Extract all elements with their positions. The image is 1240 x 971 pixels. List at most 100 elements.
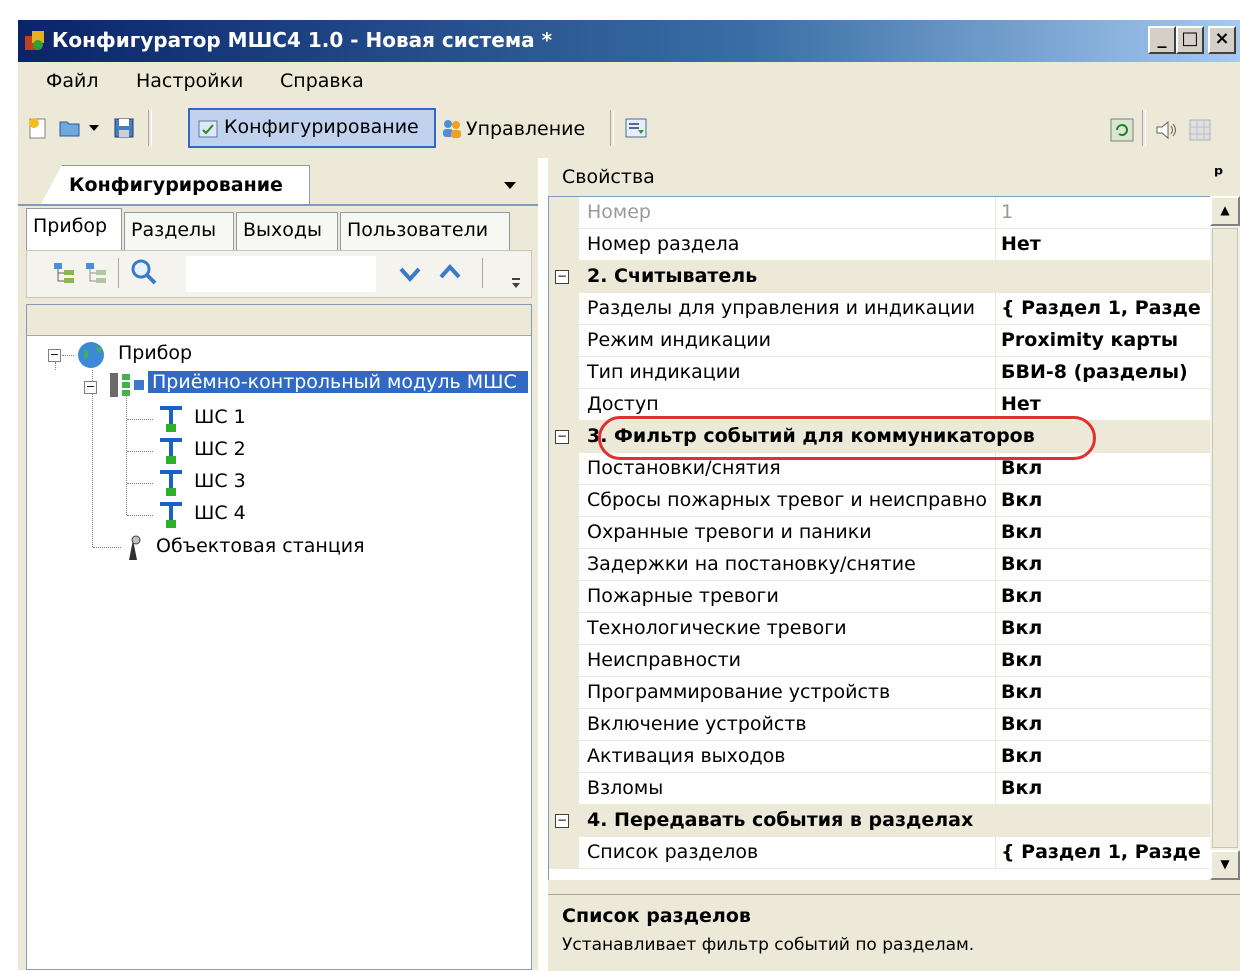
property-value[interactable]: 1 — [1001, 201, 1210, 223]
property-row[interactable]: Номер раздела Нет — [549, 229, 1210, 261]
tree-node-loop-1[interactable]: ШС 1 — [194, 406, 246, 428]
property-value[interactable]: Вкл — [1001, 457, 1210, 479]
previous-match-icon[interactable] — [438, 262, 462, 282]
search-input[interactable] — [186, 256, 376, 292]
row-gutter — [549, 709, 579, 741]
property-value[interactable]: Proximity карты — [1001, 329, 1210, 351]
property-category[interactable]: − 2. Считыватель — [549, 261, 1210, 293]
configure-panel-tab[interactable]: Конфигурирование — [40, 165, 310, 206]
maximize-button[interactable]: □ — [1176, 26, 1204, 54]
scroll-up-button[interactable]: ▲ — [1210, 196, 1240, 226]
tab-users[interactable]: Пользователи — [340, 212, 510, 250]
property-row[interactable]: Взломы Вкл — [549, 773, 1210, 805]
tree-node-station[interactable]: Объектовая станция — [156, 535, 365, 557]
properties-title: Свойства — [562, 166, 655, 188]
property-value[interactable]: Нет — [1001, 393, 1210, 415]
property-value[interactable]: Нет — [1001, 233, 1210, 255]
export-icon[interactable] — [624, 116, 648, 140]
property-value[interactable]: Вкл — [1001, 585, 1210, 607]
configure-button[interactable]: Конфигурирование — [188, 108, 436, 148]
chevron-down-icon[interactable] — [502, 178, 518, 192]
column-divider — [995, 677, 996, 709]
property-value[interactable]: Вкл — [1001, 777, 1210, 799]
tree-line — [126, 392, 127, 515]
property-row[interactable]: Пожарные тревоги Вкл — [549, 581, 1210, 613]
search-icon[interactable] — [130, 258, 158, 286]
row-gutter — [549, 773, 579, 805]
column-divider — [995, 325, 996, 357]
property-value[interactable]: Вкл — [1001, 713, 1210, 735]
row-gutter — [549, 197, 579, 229]
property-value[interactable]: Вкл — [1001, 649, 1210, 671]
menu-settings[interactable]: Настройки — [136, 70, 243, 92]
row-gutter — [549, 613, 579, 645]
tree-node-loop-3[interactable]: ШС 3 — [194, 470, 246, 492]
property-value[interactable]: { Раздел 1, Разде — [1001, 841, 1210, 863]
users-icon[interactable] — [440, 116, 464, 140]
collapse-all-icon[interactable] — [84, 260, 110, 286]
minimize-button[interactable]: _ — [1148, 26, 1176, 54]
property-row[interactable]: Технологические тревоги Вкл — [549, 613, 1210, 645]
property-row[interactable]: Активация выходов Вкл — [549, 741, 1210, 773]
menu-file[interactable]: Файл — [46, 70, 99, 92]
tree-line — [55, 362, 56, 370]
property-row[interactable]: Список разделов { Раздел 1, Разде — [549, 837, 1210, 869]
scroll-thumb[interactable] — [1212, 228, 1238, 848]
tree-node-module[interactable]: Приёмно-контрольный модуль МШС — [148, 371, 528, 393]
close-button[interactable]: × — [1208, 26, 1236, 54]
property-category[interactable]: − 4. Передавать события в разделах — [549, 805, 1210, 837]
property-value[interactable]: Вкл — [1001, 553, 1210, 575]
menu-help[interactable]: Справка — [280, 70, 364, 92]
tree-header — [27, 305, 531, 336]
new-file-icon[interactable] — [26, 116, 50, 140]
property-value[interactable]: { Раздел 1, Разде — [1001, 297, 1210, 319]
collapse-toggle[interactable]: − — [84, 381, 97, 394]
tree-node-device[interactable]: Прибор — [118, 342, 192, 364]
sound-icon[interactable] — [1154, 118, 1178, 142]
property-row[interactable]: Программирование устройств Вкл — [549, 677, 1210, 709]
next-match-icon[interactable] — [398, 264, 422, 284]
category-collapse-toggle[interactable]: − — [555, 430, 569, 444]
toolbar-overflow-icon[interactable] — [510, 276, 522, 290]
grid-icon[interactable] — [1188, 118, 1212, 142]
property-row[interactable]: Разделы для управления и индикации { Разд… — [549, 293, 1210, 325]
description-title: Список разделов — [562, 905, 751, 927]
tab-sections[interactable]: Разделы — [124, 212, 234, 250]
refresh-icon[interactable] — [1110, 118, 1134, 142]
collapse-toggle[interactable]: − — [48, 349, 61, 362]
property-row[interactable]: Тип индикации БВИ-8 (разделы) — [549, 357, 1210, 389]
property-value[interactable]: Вкл — [1001, 617, 1210, 639]
property-scrollbar[interactable]: ▲ ▼ — [1210, 196, 1240, 880]
chevron-down-icon[interactable] — [88, 122, 100, 134]
property-value[interactable]: Вкл — [1001, 521, 1210, 543]
category-collapse-toggle[interactable]: − — [555, 814, 569, 828]
save-icon[interactable] — [112, 116, 136, 140]
manage-label[interactable]: Управление — [466, 118, 585, 140]
tree-node-loop-2[interactable]: ШС 2 — [194, 438, 246, 460]
property-row[interactable]: Включение устройств Вкл — [549, 709, 1210, 741]
property-value[interactable]: Вкл — [1001, 681, 1210, 703]
pin-icon[interactable]: ᵖ — [1214, 162, 1224, 186]
tree-node-loop-4[interactable]: ШС 4 — [194, 502, 246, 524]
property-value[interactable]: Вкл — [1001, 745, 1210, 767]
title-bar[interactable]: Конфигуратор МШС4 1.0 - Новая система * … — [18, 20, 1240, 62]
property-row[interactable]: Номер 1 — [549, 197, 1210, 229]
scroll-down-button[interactable]: ▼ — [1210, 850, 1240, 880]
property-row[interactable]: Сбросы пожарных тревог и неисправно Вкл — [549, 485, 1210, 517]
tree-line — [62, 355, 74, 356]
tab-outputs[interactable]: Выходы — [236, 212, 338, 250]
property-value[interactable]: Вкл — [1001, 489, 1210, 511]
property-row[interactable]: Охранные тревоги и паники Вкл — [549, 517, 1210, 549]
row-gutter — [549, 645, 579, 677]
tab-device[interactable]: Прибор — [26, 208, 122, 252]
property-row[interactable]: Неисправности Вкл — [549, 645, 1210, 677]
expand-all-icon[interactable] — [52, 260, 78, 286]
property-value[interactable]: БВИ-8 (разделы) — [1001, 361, 1210, 383]
category-collapse-toggle[interactable]: − — [555, 270, 569, 284]
open-folder-icon[interactable] — [58, 116, 82, 140]
tree-line — [127, 483, 153, 484]
property-name: Номер — [587, 201, 651, 223]
property-row[interactable]: Задержки на постановку/снятие Вкл — [549, 549, 1210, 581]
property-row[interactable]: Режим индикации Proximity карты — [549, 325, 1210, 357]
property-grid: Номер 1 Номер раздела Нет − 2. Считыватель Раз… — [548, 196, 1210, 880]
